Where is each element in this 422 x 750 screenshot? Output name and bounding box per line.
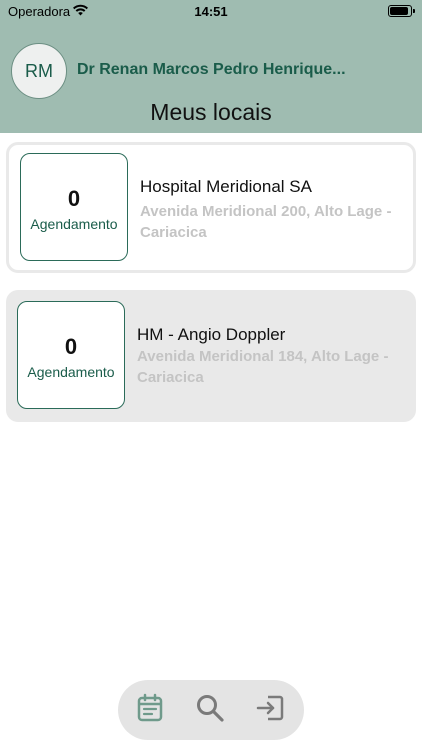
- location-card[interactable]: 0 Agendamento HM - Angio Doppler Avenida…: [6, 290, 416, 422]
- status-bar: Operadora 14:51: [0, 0, 422, 24]
- appointment-count-box: 0 Agendamento: [17, 301, 125, 409]
- appointment-count-label: Agendamento: [30, 216, 118, 232]
- calendar-icon: [136, 693, 164, 727]
- search-nav-button[interactable]: [194, 694, 226, 726]
- appointment-count: 0: [64, 334, 78, 359]
- battery-icon: [388, 5, 415, 17]
- location-name: HM - Angio Doppler: [137, 325, 286, 344]
- location-card[interactable]: 0 Agendamento Hospital Meridional SA Ave…: [6, 142, 416, 273]
- search-icon: [195, 693, 225, 727]
- appointment-count-box: 0 Agendamento: [20, 153, 128, 261]
- clock: 14:51: [194, 4, 228, 19]
- doctor-name: Dr Renan Marcos Pedro Henrique...: [77, 61, 346, 78]
- logout-nav-button[interactable]: [254, 694, 286, 726]
- page-title: Meus locais: [150, 99, 272, 125]
- location-address: Avenida Meridional 200, Alto Lage - Cari…: [140, 203, 392, 241]
- header: Operadora 14:51 RM Dr Renan Marcos Pedro…: [0, 0, 422, 133]
- bottom-nav: [118, 680, 304, 740]
- appointment-count: 0: [67, 186, 81, 211]
- calendar-nav-button[interactable]: [134, 693, 166, 727]
- logout-icon: [255, 693, 285, 727]
- avatar[interactable]: RM: [11, 43, 67, 99]
- appointment-count-label: Agendamento: [27, 364, 115, 380]
- location-name: Hospital Meridional SA: [140, 177, 312, 196]
- location-address: Avenida Meridional 184, Alto Lage - Cari…: [137, 348, 389, 386]
